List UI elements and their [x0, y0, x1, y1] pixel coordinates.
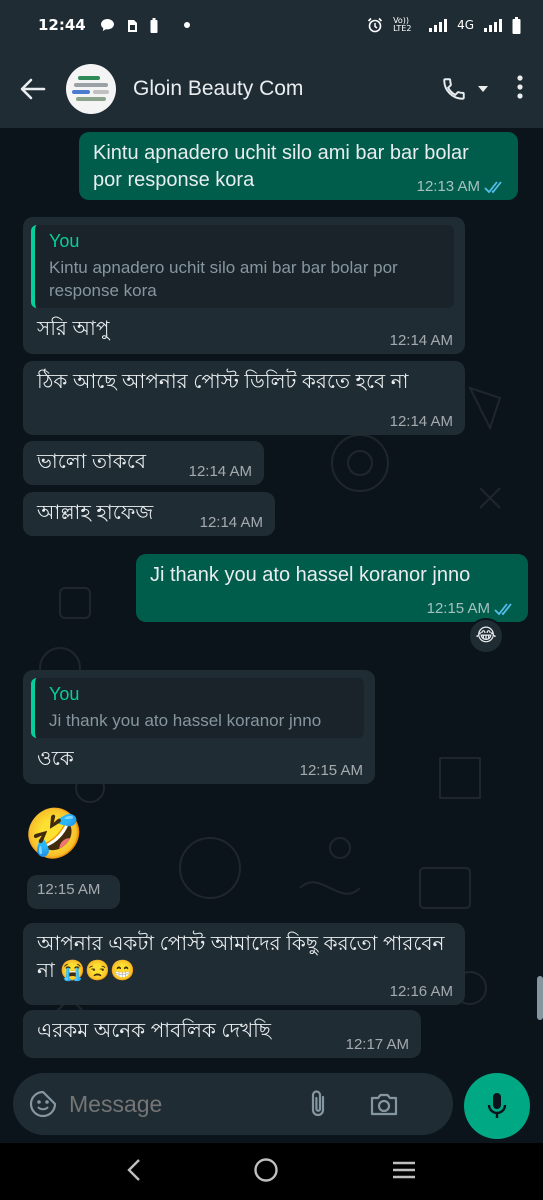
nav-home-button[interactable] — [253, 1157, 279, 1187]
message-time: 12:15 AM — [299, 762, 363, 779]
volte-indicator: Vo)) LTE2 — [393, 16, 412, 33]
message-bubble-outgoing[interactable]: Kintu apnadero uchit silo ami bar bar bo… — [79, 132, 518, 200]
nav-back-icon — [127, 1158, 140, 1181]
microphone-icon — [487, 1093, 507, 1118]
message-time: 12:13 AM — [416, 178, 480, 195]
message-time: 12:17 AM — [345, 1036, 409, 1053]
network-type: 4G — [457, 18, 474, 32]
back-button[interactable] — [0, 50, 66, 128]
scrollbar-thumb[interactable] — [537, 976, 543, 1020]
message-composer[interactable] — [13, 1073, 453, 1135]
message-list[interactable]: Kintu apnadero uchit silo ami bar bar bo… — [0, 128, 543, 1073]
signal-icon-1 — [429, 18, 448, 32]
message-text: Ji thank you ato hassel koranor jnno — [150, 564, 471, 586]
voice-call-button[interactable] — [441, 76, 489, 102]
message-time: 12:14 AM — [389, 332, 453, 349]
status-time: 12:44 — [38, 16, 86, 34]
voice-message-button[interactable] — [464, 1073, 530, 1139]
dot-indicator — [183, 22, 190, 28]
contact-avatar[interactable] — [66, 64, 116, 114]
more-options-button[interactable] — [517, 75, 523, 103]
message-text: ঠিক আছে আপনার পোস্ট ডিলিট করতে হবে না — [37, 371, 409, 393]
quoted-message[interactable]: You Kintu apnadero uchit silo ami bar ba… — [31, 225, 454, 308]
sim-card-icon — [127, 19, 137, 32]
nav-back-button[interactable] — [126, 1158, 142, 1186]
phone-icon — [443, 78, 465, 100]
emoji-sticker-icon — [29, 1090, 57, 1118]
composer-bar — [0, 1073, 543, 1143]
attach-button[interactable] — [307, 1089, 329, 1119]
quoted-message[interactable]: You Ji thank you ato hassel koranor jnno — [31, 678, 364, 738]
message-input[interactable] — [69, 1090, 299, 1118]
message-bubble-incoming[interactable]: আল্লাহ হাফেজ 12:14 AM — [23, 492, 275, 536]
message-time: 12:14 AM — [188, 463, 252, 480]
battery-saver-icon — [150, 17, 158, 33]
crying-laughing-emoji: 😭 — [60, 960, 86, 982]
message-bubble-incoming[interactable]: আপনার একটা পোস্ট আমাদের কিছু করতো পারবেন… — [23, 923, 465, 1005]
nav-recents-button[interactable] — [391, 1160, 417, 1184]
reaction-badge[interactable]: 😂 — [468, 618, 504, 654]
message-bubble-incoming[interactable]: You Kintu apnadero uchit silo ami bar ba… — [23, 217, 465, 354]
nav-home-icon — [254, 1157, 279, 1182]
message-bubble-incoming[interactable]: You Ji thank you ato hassel koranor jnno… — [23, 670, 375, 784]
message-bubble-outgoing[interactable]: Ji thank you ato hassel koranor jnno 12:… — [136, 554, 528, 622]
chat-bubble-icon — [100, 19, 114, 31]
message-bubble-incoming[interactable]: ভালো তাকবে 12:14 AM — [23, 441, 264, 485]
message-time: 12:15 AM — [426, 600, 490, 617]
laughing-tears-emoji: 😂 — [475, 625, 497, 646]
camera-button[interactable] — [369, 1091, 399, 1117]
unamused-emoji: 😒 — [85, 960, 111, 982]
grinning-emoji: 😁 — [110, 960, 136, 982]
message-timestamp-chip: 12:15 AM — [27, 875, 120, 909]
quoted-text: Kintu apnadero uchit silo ami bar bar bo… — [49, 258, 398, 300]
signal-icon-2 — [484, 18, 502, 32]
quoted-sender: You — [49, 684, 80, 704]
paperclip-icon — [311, 1090, 325, 1117]
battery-icon — [512, 16, 521, 34]
message-text: আপনার একটা পোস্ট আমাদের কিছু করতো পারবেন… — [37, 933, 445, 982]
double-check-icon — [494, 602, 512, 615]
quoted-sender: You — [49, 231, 80, 251]
more-vertical-icon — [517, 75, 523, 99]
chat-header: Gloin Beauty Com — [0, 50, 543, 128]
message-time: 12:15 AM — [37, 881, 101, 898]
message-time: 12:16 AM — [389, 983, 453, 1000]
status-bar: 12:44 Vo)) LTE2 4G — [0, 0, 543, 50]
quoted-text: Ji thank you ato hassel koranor jnno — [49, 711, 322, 730]
contact-name[interactable]: Gloin Beauty Com — [133, 77, 303, 101]
message-time: 12:14 AM — [199, 514, 263, 531]
chevron-down-icon — [478, 86, 488, 92]
emoji-button[interactable] — [29, 1090, 57, 1118]
nav-recents-icon — [393, 1161, 416, 1178]
system-navigation-bar — [0, 1143, 543, 1200]
camera-icon — [370, 1093, 398, 1116]
alarm-icon — [367, 17, 383, 33]
message-time: 12:14 AM — [389, 413, 453, 430]
rofl-emoji: 🤣 — [24, 806, 84, 862]
double-check-icon — [484, 180, 502, 193]
message-bubble-incoming[interactable]: ঠিক আছে আপনার পোস্ট ডিলিট করতে হবে না 12… — [23, 361, 465, 435]
emoji-message[interactable]: 🤣 — [24, 804, 84, 864]
message-bubble-incoming[interactable]: এরকম অনেক পাবলিক দেখছি 12:17 AM — [23, 1010, 421, 1058]
arrow-left-icon — [20, 78, 46, 100]
